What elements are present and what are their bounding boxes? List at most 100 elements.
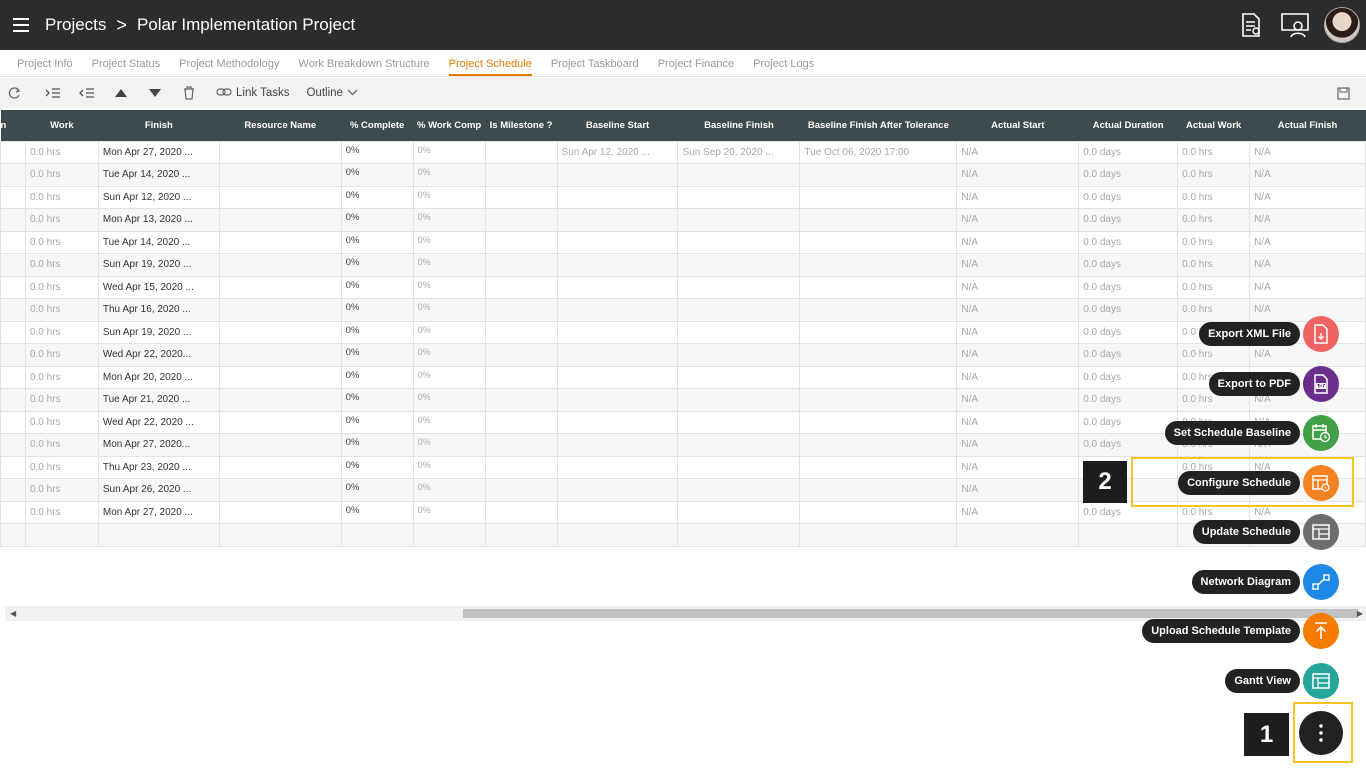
- table-cell[interactable]: Sun Apr 26, 2020 ...: [97, 478, 220, 502]
- table-cell[interactable]: [556, 455, 679, 479]
- upload-schedule-template-action[interactable]: Upload Schedule Template: [1142, 613, 1339, 649]
- move-up-icon[interactable]: [110, 82, 132, 104]
- table-cell[interactable]: [677, 320, 801, 344]
- table-cell[interactable]: N/A: [1249, 253, 1366, 277]
- update-schedule-label[interactable]: Update Schedule: [1192, 520, 1300, 544]
- table-cell[interactable]: [677, 275, 801, 299]
- table-cell[interactable]: [484, 140, 558, 164]
- calendar-clock-icon[interactable]: [1303, 415, 1339, 451]
- table-cell[interactable]: [556, 410, 679, 434]
- gantt-icon[interactable]: [1303, 663, 1339, 699]
- table-cell[interactable]: [484, 253, 558, 277]
- table-cell[interactable]: [0, 320, 26, 344]
- table-cell[interactable]: [556, 365, 679, 389]
- table-cell[interactable]: [556, 275, 679, 299]
- pdf-file-icon[interactable]: [1303, 366, 1339, 402]
- table-cell[interactable]: [956, 523, 1080, 547]
- table-row[interactable]: 0.0 hrs Mon Apr 27, 2020 ... 0% 0% Sun Apr 1…: [0, 140, 1366, 164]
- delete-icon[interactable]: [178, 82, 200, 104]
- column-header[interactable]: Is Milestone ?: [485, 110, 558, 141]
- table-cell[interactable]: [799, 500, 958, 524]
- table-cell[interactable]: 0.0 hrs: [24, 343, 99, 367]
- xml-file-icon[interactable]: [1303, 316, 1339, 352]
- column-header[interactable]: % Complete: [341, 110, 414, 141]
- table-cell[interactable]: 0.0 days: [1078, 388, 1179, 412]
- column-header[interactable]: Work: [25, 110, 99, 141]
- table-cell[interactable]: 0%: [412, 230, 486, 254]
- table-cell[interactable]: 0%: [340, 388, 414, 412]
- table-cell[interactable]: 0%: [340, 275, 414, 299]
- table-cell[interactable]: 0%: [412, 298, 486, 322]
- table-cell[interactable]: 0.0 days: [1078, 253, 1179, 277]
- upload-schedule-template-label[interactable]: Upload Schedule Template: [1142, 619, 1300, 643]
- table-cell[interactable]: [218, 185, 342, 209]
- table-cell[interactable]: 0.0 hrs: [1177, 253, 1251, 277]
- tab-work-breakdown-structure[interactable]: Work Breakdown Structure: [298, 58, 429, 76]
- table-cell[interactable]: 0.0 hrs: [1177, 185, 1251, 209]
- table-cell[interactable]: 0%: [340, 433, 414, 457]
- table-cell[interactable]: 0.0 hrs: [24, 388, 99, 412]
- table-row[interactable]: [0, 523, 1366, 547]
- table-cell[interactable]: 0%: [340, 163, 414, 187]
- table-cell[interactable]: Sun Sep 20, 2020 ...: [677, 140, 801, 164]
- tab-project-status[interactable]: Project Status: [92, 58, 160, 76]
- table-row[interactable]: 0.0 hrs Sun Apr 19, 2020 ... 0% 0% N/A 0.0 da…: [0, 253, 1366, 277]
- export-xml-file-action[interactable]: Export XML File: [1199, 316, 1339, 352]
- table-cell[interactable]: N/A: [956, 230, 1080, 254]
- table-cell[interactable]: N/A: [956, 208, 1080, 232]
- table-row[interactable]: 0.0 hrs Sun Apr 19, 2020 ... 0% 0% N/A 0.0 da…: [0, 320, 1366, 344]
- export-to-pdf-action[interactable]: Export to PDF: [1208, 366, 1339, 402]
- table-cell[interactable]: [799, 365, 958, 389]
- table-cell[interactable]: [799, 455, 958, 479]
- avatar[interactable]: [1324, 7, 1360, 43]
- table-cell[interactable]: [484, 388, 558, 412]
- table-row[interactable]: 0.0 hrs Mon Apr 27, 2020... 0% 0% N/A 0.0 day…: [0, 433, 1366, 457]
- table-cell[interactable]: 0.0 days: [1078, 208, 1179, 232]
- outdent-icon[interactable]: [76, 82, 98, 104]
- set-schedule-baseline-action[interactable]: Set Schedule Baseline: [1164, 415, 1339, 451]
- table-cell[interactable]: N/A: [956, 275, 1080, 299]
- table-cell[interactable]: Sun Apr 12, 2020 ...: [556, 140, 679, 164]
- table-cell[interactable]: N/A: [956, 298, 1080, 322]
- table-cell[interactable]: 0%: [340, 298, 414, 322]
- table-cell[interactable]: 0.0 hrs: [24, 365, 99, 389]
- table-cell[interactable]: 0%: [412, 185, 486, 209]
- report-icon[interactable]: [1236, 10, 1266, 40]
- column-header[interactable]: Baseline Finish After Tolerance: [799, 110, 957, 141]
- column-header[interactable]: Actual Start: [956, 110, 1079, 141]
- move-down-icon[interactable]: [144, 82, 166, 104]
- presentation-user-icon[interactable]: [1280, 10, 1310, 40]
- table-cell[interactable]: N/A: [956, 410, 1080, 434]
- table-cell[interactable]: N/A: [1249, 230, 1366, 254]
- column-header[interactable]: Actual Work: [1177, 110, 1250, 141]
- table-cell[interactable]: 0.0 hrs: [24, 253, 99, 277]
- table-cell[interactable]: Sun Apr 19, 2020 ...: [97, 320, 220, 344]
- table-cell[interactable]: [0, 433, 26, 457]
- save-icon[interactable]: [1332, 82, 1354, 104]
- table-row[interactable]: 0.0 hrs Mon Apr 20, 2020 ... 0% 0% N/A 0.0 da…: [0, 365, 1366, 389]
- column-header[interactable]: Actual Finish: [1249, 110, 1366, 141]
- table-cell[interactable]: Mon Apr 27, 2020 ...: [97, 500, 220, 524]
- table-cell[interactable]: [0, 185, 26, 209]
- table-row[interactable]: 0.0 hrs Tue Apr 21, 2020 ... 0% 0% N/A 0.0 da…: [0, 388, 1366, 412]
- update-schedule-action[interactable]: Update Schedule: [1192, 514, 1339, 550]
- table-cell[interactable]: N/A: [956, 500, 1080, 524]
- table-cell[interactable]: N/A: [956, 320, 1080, 344]
- table-cell[interactable]: [677, 410, 801, 434]
- table-cell[interactable]: [0, 478, 26, 502]
- table-cell[interactable]: [556, 433, 679, 457]
- table-cell[interactable]: [484, 365, 558, 389]
- table-cell[interactable]: [24, 523, 99, 547]
- table-cell[interactable]: [799, 478, 958, 502]
- table-cell[interactable]: [218, 433, 342, 457]
- table-cell[interactable]: 0.0 days: [1078, 433, 1179, 457]
- column-header[interactable]: n: [0, 110, 26, 141]
- table-cell[interactable]: [677, 298, 801, 322]
- table-cell[interactable]: 0.0 days: [1078, 140, 1179, 164]
- table-cell[interactable]: [0, 163, 26, 187]
- table-cell[interactable]: 0%: [412, 388, 486, 412]
- table-cell[interactable]: [677, 388, 801, 412]
- indent-icon[interactable]: [42, 82, 64, 104]
- table-cell[interactable]: [556, 388, 679, 412]
- menu-icon[interactable]: [13, 18, 33, 32]
